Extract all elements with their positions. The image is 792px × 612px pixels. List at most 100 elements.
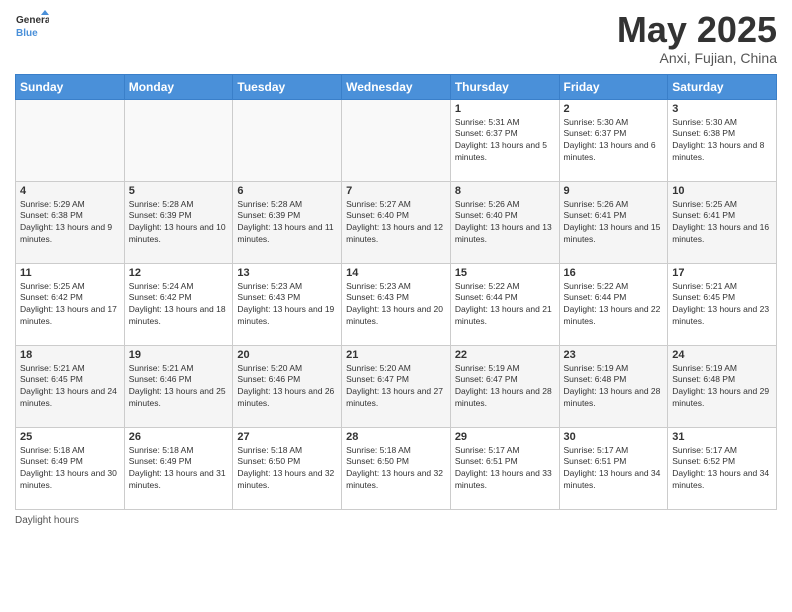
- table-row: 24 Sunrise: 5:19 AM Sunset: 6:48 PM Dayli…: [668, 345, 777, 427]
- day-info: Sunrise: 5:26 AM Sunset: 6:40 PM Dayligh…: [455, 199, 555, 247]
- title-block: May 2025 Anxi, Fujian, China: [617, 10, 777, 66]
- day-info: Sunrise: 5:18 AM Sunset: 6:50 PM Dayligh…: [237, 445, 337, 493]
- day-number: 31: [672, 431, 772, 443]
- day-number: 16: [564, 267, 664, 279]
- table-row: 6 Sunrise: 5:28 AM Sunset: 6:39 PM Daylig…: [233, 181, 342, 263]
- table-row: 14 Sunrise: 5:23 AM Sunset: 6:43 PM Dayli…: [342, 263, 451, 345]
- table-row: [16, 99, 125, 181]
- day-number: 19: [129, 349, 229, 361]
- table-row: 31Sunrise: 5:17 AM Sunset: 6:52 PM Dayli…: [668, 427, 777, 509]
- day-info: Sunrise: 5:18 AM Sunset: 6:49 PM Dayligh…: [20, 445, 120, 493]
- calendar-week-row: 11Sunrise: 5:25 AM Sunset: 6:42 PM Dayli…: [16, 263, 777, 345]
- calendar-week-row: 25 Sunrise: 5:18 AM Sunset: 6:49 PM Dayli…: [16, 427, 777, 509]
- calendar-week-row: 4 Sunrise: 5:29 AM Sunset: 6:38 PM Daylig…: [16, 181, 777, 263]
- day-number: 6: [237, 185, 337, 197]
- table-row: 23Sunrise: 5:19 AM Sunset: 6:48 PM Dayli…: [559, 345, 668, 427]
- col-friday: Friday: [559, 74, 668, 99]
- day-info: Sunrise: 5:24 AM Sunset: 6:42 PM Dayligh…: [129, 281, 229, 329]
- day-number: 12: [129, 267, 229, 279]
- calendar-table: Sunday Monday Tuesday Wednesday Thursday…: [15, 74, 777, 510]
- table-row: 12 Sunrise: 5:24 AM Sunset: 6:42 PM Dayli…: [124, 263, 233, 345]
- day-info: Sunrise: 5:17 AM Sunset: 6:51 PM Dayligh…: [564, 445, 664, 493]
- day-number: 28: [346, 431, 446, 443]
- day-number: 21: [346, 349, 446, 361]
- day-number: 2: [564, 103, 664, 115]
- day-info: Sunrise: 5:28 AM Sunset: 6:39 PM Dayligh…: [129, 199, 229, 247]
- svg-text:Blue: Blue: [16, 28, 38, 39]
- day-info: Sunrise: 5:27 AM Sunset: 6:40 PM Dayligh…: [346, 199, 446, 247]
- day-number: 22: [455, 349, 555, 361]
- day-number: 24: [672, 349, 772, 361]
- day-number: 9: [564, 185, 664, 197]
- svg-text:General: General: [16, 15, 49, 26]
- table-row: 19 Sunrise: 5:21 AM Sunset: 6:46 PM Dayli…: [124, 345, 233, 427]
- day-info: Sunrise: 5:29 AM Sunset: 6:38 PM Dayligh…: [20, 199, 120, 247]
- day-number: 1: [455, 103, 555, 115]
- day-info: Sunrise: 5:22 AM Sunset: 6:44 PM Dayligh…: [455, 281, 555, 329]
- day-number: 17: [672, 267, 772, 279]
- table-row: [233, 99, 342, 181]
- table-row: 10 Sunrise: 5:25 AM Sunset: 6:41 PM Dayli…: [668, 181, 777, 263]
- day-info: Sunrise: 5:18 AM Sunset: 6:49 PM Dayligh…: [129, 445, 229, 493]
- table-row: 21 Sunrise: 5:20 AM Sunset: 6:47 PM Dayli…: [342, 345, 451, 427]
- day-number: 8: [455, 185, 555, 197]
- day-info: Sunrise: 5:21 AM Sunset: 6:46 PM Dayligh…: [129, 363, 229, 411]
- day-info: Sunrise: 5:20 AM Sunset: 6:47 PM Dayligh…: [346, 363, 446, 411]
- day-info: Sunrise: 5:25 AM Sunset: 6:41 PM Dayligh…: [672, 199, 772, 247]
- table-row: 3 Sunrise: 5:30 AM Sunset: 6:38 PM Daylig…: [668, 99, 777, 181]
- day-number: 14: [346, 267, 446, 279]
- day-number: 3: [672, 103, 772, 115]
- table-row: 16 Sunrise: 5:22 AM Sunset: 6:44 PM Dayli…: [559, 263, 668, 345]
- page-header: General Blue May 2025 Anxi, Fujian, Chin…: [15, 10, 777, 66]
- day-info: Sunrise: 5:31 AM Sunset: 6:37 PM Dayligh…: [455, 117, 555, 165]
- day-info: Sunrise: 5:28 AM Sunset: 6:39 PM Dayligh…: [237, 199, 337, 247]
- logo: General Blue: [15, 10, 49, 44]
- day-info: Sunrise: 5:19 AM Sunset: 6:47 PM Dayligh…: [455, 363, 555, 411]
- day-number: 15: [455, 267, 555, 279]
- table-row: 4 Sunrise: 5:29 AM Sunset: 6:38 PM Daylig…: [16, 181, 125, 263]
- day-info: Sunrise: 5:17 AM Sunset: 6:51 PM Dayligh…: [455, 445, 555, 493]
- day-number: 7: [346, 185, 446, 197]
- day-info: Sunrise: 5:21 AM Sunset: 6:45 PM Dayligh…: [20, 363, 120, 411]
- col-sunday: Sunday: [16, 74, 125, 99]
- table-row: 5 Sunrise: 5:28 AM Sunset: 6:39 PM Daylig…: [124, 181, 233, 263]
- table-row: 15 Sunrise: 5:22 AM Sunset: 6:44 PM Dayli…: [450, 263, 559, 345]
- table-row: 18Sunrise: 5:21 AM Sunset: 6:45 PM Dayli…: [16, 345, 125, 427]
- table-row: [124, 99, 233, 181]
- table-row: 29 Sunrise: 5:17 AM Sunset: 6:51 PM Dayli…: [450, 427, 559, 509]
- day-number: 29: [455, 431, 555, 443]
- day-number: 26: [129, 431, 229, 443]
- day-info: Sunrise: 5:22 AM Sunset: 6:44 PM Dayligh…: [564, 281, 664, 329]
- day-number: 10: [672, 185, 772, 197]
- table-row: 11Sunrise: 5:25 AM Sunset: 6:42 PM Dayli…: [16, 263, 125, 345]
- day-number: 25: [20, 431, 120, 443]
- calendar-week-row: 18Sunrise: 5:21 AM Sunset: 6:45 PM Dayli…: [16, 345, 777, 427]
- day-number: 11: [20, 267, 120, 279]
- col-tuesday: Tuesday: [233, 74, 342, 99]
- day-info: Sunrise: 5:30 AM Sunset: 6:37 PM Dayligh…: [564, 117, 664, 165]
- day-info: Sunrise: 5:19 AM Sunset: 6:48 PM Dayligh…: [672, 363, 772, 411]
- table-row: 27Sunrise: 5:18 AM Sunset: 6:50 PM Dayli…: [233, 427, 342, 509]
- table-row: 13 Sunrise: 5:23 AM Sunset: 6:43 PM Dayli…: [233, 263, 342, 345]
- logo-svg: General Blue: [15, 10, 49, 44]
- day-number: 4: [20, 185, 120, 197]
- location: Anxi, Fujian, China: [617, 50, 777, 66]
- day-info: Sunrise: 5:23 AM Sunset: 6:43 PM Dayligh…: [237, 281, 337, 329]
- table-row: 30 Sunrise: 5:17 AM Sunset: 6:51 PM Dayli…: [559, 427, 668, 509]
- day-info: Sunrise: 5:23 AM Sunset: 6:43 PM Dayligh…: [346, 281, 446, 329]
- col-thursday: Thursday: [450, 74, 559, 99]
- calendar-header-row: Sunday Monday Tuesday Wednesday Thursday…: [16, 74, 777, 99]
- table-row: 28Sunrise: 5:18 AM Sunset: 6:50 PM Dayli…: [342, 427, 451, 509]
- table-row: 7 Sunrise: 5:27 AM Sunset: 6:40 PM Daylig…: [342, 181, 451, 263]
- day-number: 5: [129, 185, 229, 197]
- table-row: 25 Sunrise: 5:18 AM Sunset: 6:49 PM Dayli…: [16, 427, 125, 509]
- day-info: Sunrise: 5:21 AM Sunset: 6:45 PM Dayligh…: [672, 281, 772, 329]
- day-info: Sunrise: 5:19 AM Sunset: 6:48 PM Dayligh…: [564, 363, 664, 411]
- day-number: 13: [237, 267, 337, 279]
- table-row: 17 Sunrise: 5:21 AM Sunset: 6:45 PM Dayli…: [668, 263, 777, 345]
- table-row: 9Sunrise: 5:26 AM Sunset: 6:41 PM Daylig…: [559, 181, 668, 263]
- day-info: Sunrise: 5:30 AM Sunset: 6:38 PM Dayligh…: [672, 117, 772, 165]
- day-number: 30: [564, 431, 664, 443]
- table-row: 26 Sunrise: 5:18 AM Sunset: 6:49 PM Dayli…: [124, 427, 233, 509]
- col-wednesday: Wednesday: [342, 74, 451, 99]
